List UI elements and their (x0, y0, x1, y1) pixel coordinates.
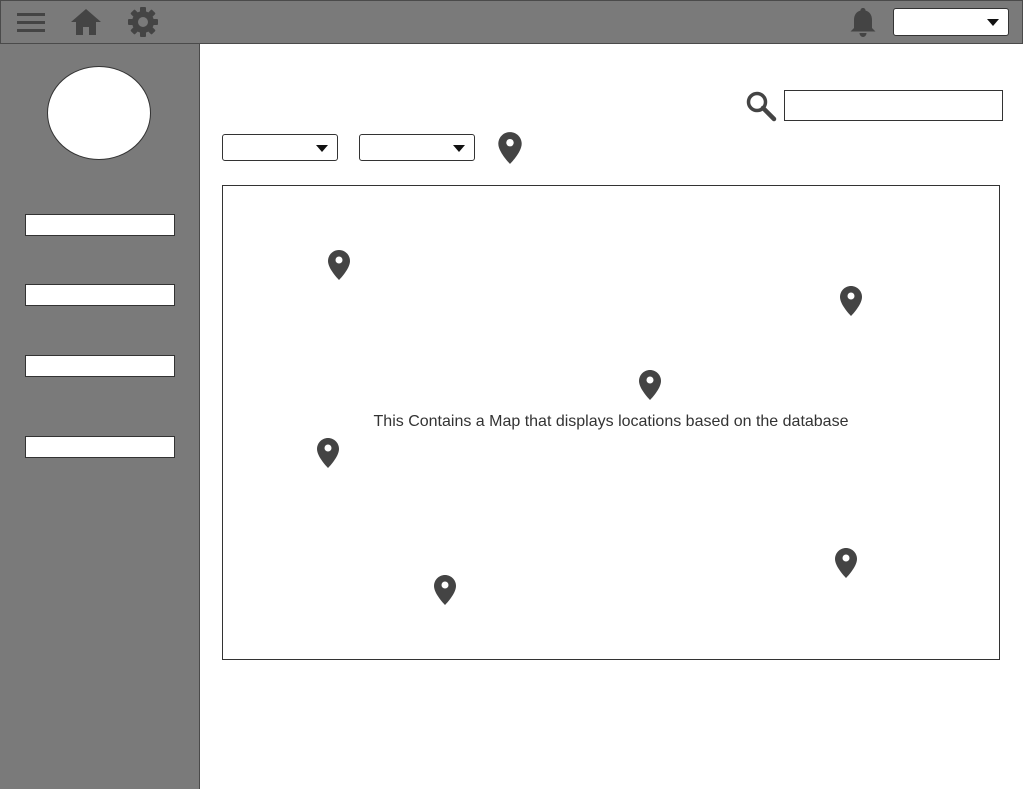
map-marker-icon[interactable] (433, 574, 457, 606)
chevron-down-icon (987, 19, 999, 26)
map-view[interactable]: This Contains a Map that displays locati… (222, 185, 1000, 660)
sidebar-item-2[interactable] (25, 284, 175, 306)
gear-icon[interactable] (127, 6, 159, 38)
map-marker-icon[interactable] (834, 547, 858, 579)
map-marker-icon[interactable] (839, 285, 863, 317)
chevron-down-icon (453, 144, 465, 152)
search-icon[interactable] (745, 90, 777, 122)
map-marker-icon[interactable] (316, 437, 340, 469)
filter-dropdown-1[interactable] (222, 134, 338, 161)
chevron-down-icon (316, 144, 328, 152)
top-bar (0, 0, 1023, 44)
map-marker-icon[interactable] (638, 369, 662, 401)
sidebar-item-3[interactable] (25, 355, 175, 377)
sidebar (0, 44, 200, 789)
map-pin-icon[interactable] (497, 131, 523, 165)
bell-icon[interactable] (847, 6, 879, 38)
avatar[interactable] (47, 66, 151, 160)
search-input[interactable] (784, 90, 1003, 121)
home-icon[interactable] (70, 8, 102, 36)
sidebar-item-1[interactable] (25, 214, 175, 236)
filter-dropdown-2[interactable] (359, 134, 475, 161)
map-placeholder-text: This Contains a Map that displays locati… (373, 413, 849, 430)
sidebar-item-4[interactable] (25, 436, 175, 458)
map-marker-icon[interactable] (327, 249, 351, 281)
hamburger-menu-icon[interactable] (15, 11, 47, 35)
account-dropdown[interactable] (893, 8, 1009, 36)
